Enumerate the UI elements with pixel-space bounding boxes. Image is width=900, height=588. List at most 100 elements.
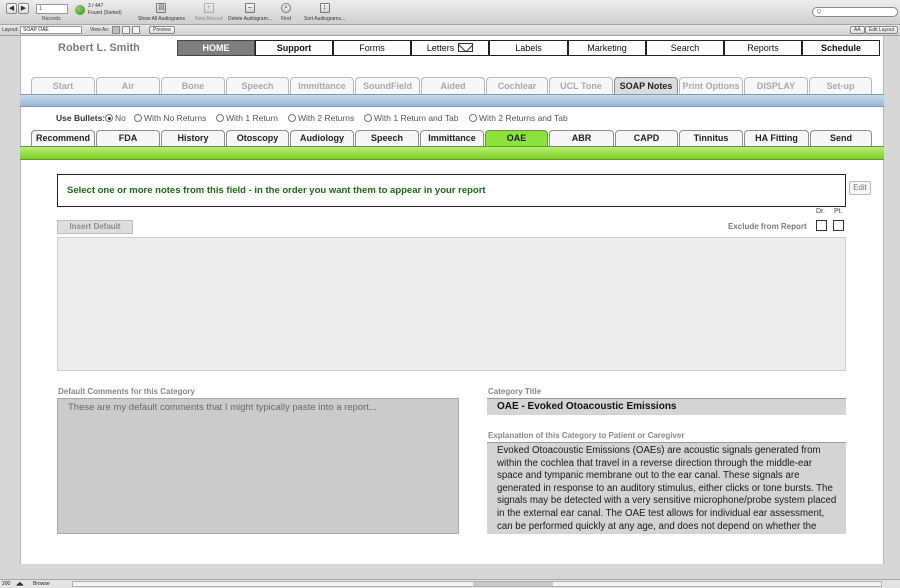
edit-button[interactable]: Edit — [849, 181, 871, 195]
nav-letters[interactable]: Letters — [411, 40, 489, 56]
next-record-button[interactable]: ▶ — [18, 3, 29, 14]
radio-icon — [469, 114, 477, 122]
sort-button[interactable]: ↕ Sort Audiograms... — [304, 3, 345, 22]
nav-marketing[interactable]: Marketing — [568, 40, 646, 56]
show-all-icon: ▤ — [156, 3, 167, 13]
previous-record-button[interactable]: ◀ — [6, 3, 17, 14]
explanation-label: Explanation of this Category to Patient … — [488, 431, 685, 440]
mode-popup[interactable]: Browse — [33, 580, 50, 588]
tab-speech[interactable]: Speech — [226, 77, 289, 94]
function-tab-bar — [20, 94, 884, 107]
found-count: 3 / 447 — [88, 3, 104, 9]
notes-field[interactable] — [57, 237, 846, 371]
insert-default-button[interactable]: Insert Default — [57, 220, 133, 234]
new-record-button[interactable]: + New Record — [195, 3, 223, 22]
soap-tab-send[interactable]: Send — [810, 130, 872, 146]
exclude-pt-checkbox[interactable] — [833, 220, 844, 231]
record-number-input[interactable]: 1 — [36, 4, 68, 14]
nav-support[interactable]: Support — [255, 40, 333, 56]
sort-icon: ↕ — [319, 3, 330, 13]
nav-forms[interactable]: Forms — [333, 40, 411, 56]
pt-label: Pt. — [834, 208, 843, 215]
quick-find-input[interactable]: Q — [812, 7, 898, 17]
tab-print-options[interactable]: Print Options — [679, 77, 743, 94]
explanation-line: in the external ear canal. The OAE test … — [497, 507, 825, 519]
soap-tab-capd[interactable]: CAPD — [615, 130, 678, 146]
preview-button[interactable]: Preview — [149, 26, 175, 34]
soap-tab-oae[interactable]: OAE — [485, 130, 548, 146]
bullets-option-2-returns[interactable]: With 2 Returns — [288, 113, 354, 123]
nav-home[interactable]: HOME — [177, 40, 255, 56]
tab-display[interactable]: DISPLAY — [744, 77, 808, 94]
soap-tab-speech[interactable]: Speech — [355, 130, 419, 146]
table-view-button[interactable] — [132, 26, 140, 34]
envelope-icon — [458, 43, 474, 52]
tab-immittance[interactable]: Immittance — [290, 77, 354, 94]
delete-record-icon: – — [244, 3, 255, 13]
soap-tab-history[interactable]: History — [161, 130, 225, 146]
bullets-option-no[interactable]: No — [105, 113, 126, 123]
layout-label: Layout: — [2, 27, 19, 33]
tab-bone[interactable]: Bone — [161, 77, 225, 94]
bullets-option-1-return[interactable]: With 1 Return — [216, 113, 278, 123]
soap-tab-bar — [20, 146, 884, 160]
soap-tab-tinnitus[interactable]: Tinnitus — [679, 130, 743, 146]
dr-label: Dr. — [816, 208, 825, 215]
text-format-button[interactable]: AA — [850, 26, 865, 34]
tab-cochlear[interactable]: Cochlear — [486, 77, 548, 94]
tab-soundfield[interactable]: SoundField — [355, 77, 420, 94]
right-arrow-icon: ▶ — [20, 5, 27, 12]
tab-set-up[interactable]: Set-up — [809, 77, 872, 94]
tab-air[interactable]: Air — [96, 77, 160, 94]
radio-icon — [134, 114, 142, 122]
soap-tab-audiology[interactable]: Audiology — [290, 130, 354, 146]
nav-labels[interactable]: Labels — [489, 40, 568, 56]
magnifier-icon: ⌕ — [281, 3, 291, 13]
horizontal-scrollbar[interactable] — [72, 581, 882, 587]
tab-ucl-tone[interactable]: UCL Tone — [549, 77, 613, 94]
soap-tab-otoscopy[interactable]: Otoscopy — [226, 130, 289, 146]
scrollbar-thumb[interactable] — [473, 582, 553, 586]
explanation-field[interactable]: Evoked Otoacoustic Emissions (OAEs) are … — [487, 442, 846, 534]
find-button[interactable]: ⌕ Find — [281, 3, 291, 22]
explanation-line: space and tympanic membrane out to the e… — [497, 470, 800, 482]
default-comments-field[interactable]: These are my default comments that I mig… — [57, 398, 459, 534]
main-nav: Robert L. Smith HOME Support Forms Lette… — [20, 38, 884, 56]
exclude-dr-checkbox[interactable] — [816, 220, 827, 231]
nav-reports[interactable]: Reports — [724, 40, 802, 56]
explanation-line: within the cochlea that travel in a reve… — [497, 457, 813, 469]
soap-tab-recommend[interactable]: Recommend — [31, 130, 95, 146]
bullets-option-no-returns[interactable]: With No Returns — [134, 113, 206, 123]
exclude-from-report-label: Exclude from Report — [728, 222, 807, 231]
radio-icon — [216, 114, 224, 122]
bullets-option-1-return-tab[interactable]: With 1 Return and Tab — [364, 113, 458, 123]
bullets-option-2-returns-tab[interactable]: With 2 Returns and Tab — [469, 113, 568, 123]
layout-bar: Layout: SOAP OAE View As: Preview AA Edi… — [0, 25, 900, 36]
soap-tab-fda[interactable]: FDA — [96, 130, 160, 146]
bullets-label: Use Bullets: — [56, 113, 106, 123]
show-all-button[interactable]: ▤ Show All Audiograms — [138, 3, 185, 22]
soap-tab-ha-fitting[interactable]: HA Fitting — [744, 130, 809, 146]
layout-select[interactable]: SOAP OAE — [20, 26, 82, 34]
nav-schedule[interactable]: Schedule — [802, 40, 880, 56]
explanation-line: Evoked Otoacoustic Emissions (OAEs) are … — [497, 445, 821, 456]
radio-icon — [288, 114, 296, 122]
explanation-line: generated in response to an auditory sti… — [497, 482, 833, 494]
edit-layout-button[interactable]: Edit Layout — [865, 26, 899, 34]
form-view-button[interactable] — [112, 26, 120, 34]
new-record-icon: + — [203, 3, 214, 13]
tab-start[interactable]: Start — [31, 77, 95, 94]
category-title-field[interactable]: OAE - Evoked Otoacoustic Emissions — [487, 398, 846, 415]
soap-tab-immittance[interactable]: Immittance — [420, 130, 484, 146]
explanation-line: signals may be detected with a very sens… — [497, 495, 837, 507]
list-view-button[interactable] — [122, 26, 130, 34]
zoom-toggle-icon[interactable]: ◢◣ — [16, 580, 24, 588]
found-status: Found (Sorted) — [88, 10, 122, 16]
nav-search[interactable]: Search — [646, 40, 724, 56]
tab-soap-notes[interactable]: SOAP Notes — [614, 77, 678, 94]
tab-aided[interactable]: Aided — [421, 77, 485, 94]
default-comments-label: Default Comments for this Category — [58, 387, 195, 396]
delete-record-button[interactable]: – Delete Audiogram... — [228, 3, 272, 22]
zoom-level[interactable]: 200 — [2, 580, 10, 588]
soap-tab-abr[interactable]: ABR — [549, 130, 614, 146]
